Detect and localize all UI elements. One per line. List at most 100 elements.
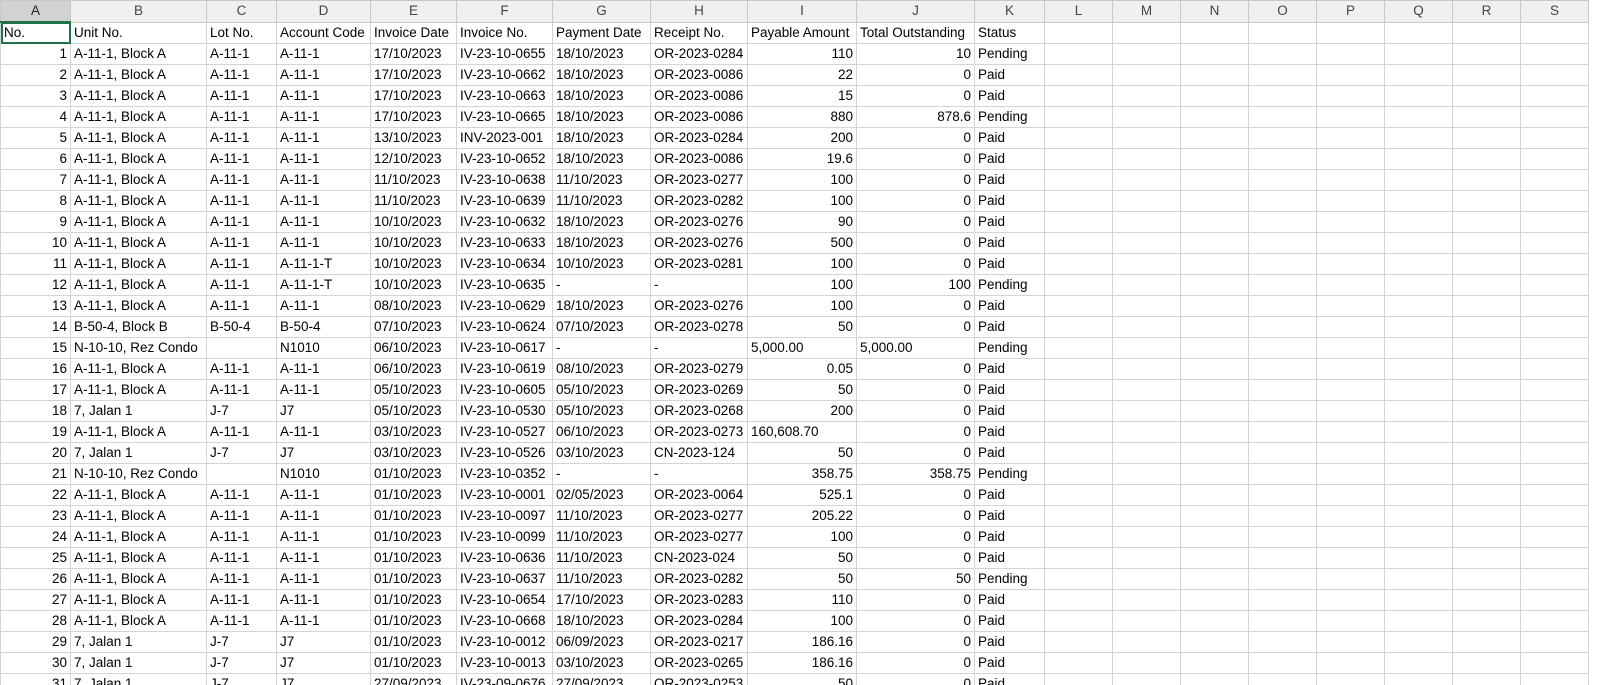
cell-s[interactable] (1520, 274, 1589, 296)
cell-o[interactable] (1248, 106, 1317, 128)
cell-h[interactable]: OR-2023-0282 (650, 568, 748, 590)
cell-p[interactable] (1316, 568, 1385, 590)
cell-o[interactable] (1248, 253, 1317, 275)
cell-l[interactable] (1044, 379, 1113, 401)
cell-b[interactable]: B-50-4, Block B (70, 316, 207, 338)
cell-d[interactable]: A-11-1 (276, 589, 371, 611)
cell-s[interactable] (1520, 190, 1589, 212)
cell-o[interactable] (1248, 400, 1317, 422)
cell-f[interactable]: IV-23-10-0634 (456, 253, 553, 275)
cell-k[interactable]: Paid (974, 295, 1045, 317)
cell-l[interactable] (1044, 652, 1113, 674)
cell-h[interactable]: OR-2023-0086 (650, 85, 748, 107)
cell-c[interactable]: A-11-1 (206, 505, 277, 527)
cell-m[interactable] (1112, 169, 1181, 191)
cell-j[interactable]: 0 (856, 85, 975, 107)
cell-h[interactable]: OR-2023-0279 (650, 358, 748, 380)
cell-c[interactable]: A-11-1 (206, 484, 277, 506)
cell-e[interactable]: 17/10/2023 (370, 43, 457, 65)
cell-g[interactable]: 18/10/2023 (552, 295, 651, 317)
cell-g[interactable]: 18/10/2023 (552, 64, 651, 86)
cell-f[interactable]: IV-23-10-0638 (456, 169, 553, 191)
cell-o[interactable] (1248, 379, 1317, 401)
cell-g[interactable]: 11/10/2023 (552, 547, 651, 569)
cell-k[interactable]: Paid (974, 652, 1045, 674)
cell-k[interactable]: Paid (974, 379, 1045, 401)
cell-j[interactable]: 0 (856, 148, 975, 170)
cell-r[interactable] (1452, 421, 1521, 443)
column-header-d[interactable]: D (276, 0, 371, 23)
cell-b[interactable]: A-11-1, Block A (70, 253, 207, 275)
cell-h[interactable]: CN-2023-124 (650, 442, 748, 464)
cell-a[interactable]: No. (0, 21, 71, 44)
cell-c[interactable]: J-7 (206, 652, 277, 674)
cell-b[interactable]: A-11-1, Block A (70, 484, 207, 506)
cell-r[interactable] (1452, 148, 1521, 170)
cell-j[interactable]: 0 (856, 631, 975, 653)
cell-m[interactable] (1112, 547, 1181, 569)
cell-d[interactable]: A-11-1 (276, 211, 371, 233)
cell-o[interactable] (1248, 631, 1317, 653)
cell-a[interactable]: 3 (0, 85, 71, 107)
cell-l[interactable] (1044, 589, 1113, 611)
cell-f[interactable]: IV-23-10-0013 (456, 652, 553, 674)
cell-c[interactable]: A-11-1 (206, 379, 277, 401)
cell-n[interactable] (1180, 358, 1249, 380)
cell-l[interactable] (1044, 631, 1113, 653)
cell-d[interactable]: A-11-1 (276, 421, 371, 443)
cell-s[interactable] (1520, 547, 1589, 569)
cell-l[interactable] (1044, 442, 1113, 464)
cell-j[interactable]: 0 (856, 127, 975, 149)
cell-g[interactable]: 11/10/2023 (552, 526, 651, 548)
cell-m[interactable] (1112, 21, 1181, 44)
cell-c[interactable]: B-50-4 (206, 316, 277, 338)
cell-i[interactable]: 22 (747, 64, 857, 86)
cell-g[interactable]: 05/10/2023 (552, 400, 651, 422)
cell-b[interactable]: 7, Jalan 1 (70, 652, 207, 674)
cell-n[interactable] (1180, 421, 1249, 443)
cell-m[interactable] (1112, 589, 1181, 611)
cell-d[interactable]: J7 (276, 673, 371, 685)
cell-r[interactable] (1452, 505, 1521, 527)
cell-k[interactable]: Paid (974, 421, 1045, 443)
cell-f[interactable]: IV-23-10-0527 (456, 421, 553, 443)
cell-o[interactable] (1248, 337, 1317, 359)
column-header-j[interactable]: J (856, 0, 975, 23)
cell-l[interactable] (1044, 232, 1113, 254)
cell-e[interactable]: 27/09/2023 (370, 673, 457, 685)
cell-s[interactable] (1520, 43, 1589, 65)
cell-e[interactable]: 08/10/2023 (370, 295, 457, 317)
cell-i[interactable]: 50 (747, 673, 857, 685)
cell-a[interactable]: 7 (0, 169, 71, 191)
cell-s[interactable] (1520, 295, 1589, 317)
cell-j[interactable]: 0 (856, 673, 975, 685)
cell-n[interactable] (1180, 652, 1249, 674)
cell-a[interactable]: 30 (0, 652, 71, 674)
cell-s[interactable] (1520, 631, 1589, 653)
cell-o[interactable] (1248, 358, 1317, 380)
cell-q[interactable] (1384, 106, 1453, 128)
cell-r[interactable] (1452, 232, 1521, 254)
cell-f[interactable]: IV-23-10-0629 (456, 295, 553, 317)
cell-d[interactable]: J7 (276, 631, 371, 653)
cell-d[interactable]: J7 (276, 442, 371, 464)
cell-q[interactable] (1384, 484, 1453, 506)
cell-d[interactable]: A-11-1 (276, 43, 371, 65)
cell-m[interactable] (1112, 568, 1181, 590)
cell-n[interactable] (1180, 211, 1249, 233)
cell-m[interactable] (1112, 463, 1181, 485)
cell-g[interactable]: 06/09/2023 (552, 631, 651, 653)
cell-r[interactable] (1452, 358, 1521, 380)
cell-s[interactable] (1520, 673, 1589, 685)
cell-b[interactable]: A-11-1, Block A (70, 358, 207, 380)
cell-j[interactable]: 878.6 (856, 106, 975, 128)
cell-l[interactable] (1044, 421, 1113, 443)
cell-s[interactable] (1520, 463, 1589, 485)
cell-r[interactable] (1452, 400, 1521, 422)
cell-n[interactable] (1180, 316, 1249, 338)
cell-r[interactable] (1452, 673, 1521, 685)
cell-i[interactable]: 200 (747, 127, 857, 149)
cell-e[interactable]: 13/10/2023 (370, 127, 457, 149)
cell-m[interactable] (1112, 673, 1181, 685)
cell-k[interactable]: Paid (974, 484, 1045, 506)
